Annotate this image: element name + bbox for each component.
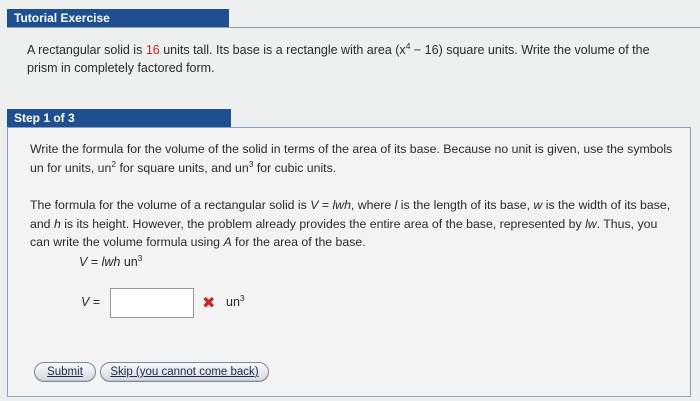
expl-t2: , where (350, 198, 395, 212)
problem-text-2: units tall. Its base is a rectangle with… (159, 43, 396, 57)
area-close: − 16) (410, 43, 443, 57)
step-explanation: The formula for the volume of a rectangu… (30, 196, 675, 252)
answer-input[interactable] (110, 288, 194, 318)
answer-row: V = ✖ un3 (81, 288, 381, 318)
skip-button[interactable]: Skip (you cannot come back) (100, 362, 269, 382)
problem-text-1: A rectangular solid is (27, 43, 146, 57)
header-divider (7, 27, 700, 28)
expl-lw: lw (585, 216, 597, 231)
step-instructions: Write the formula for the volume of the … (30, 140, 675, 177)
expl-h: h (53, 216, 61, 231)
submit-button[interactable]: Submit (34, 362, 96, 382)
answer-label-eq: = (89, 295, 101, 309)
expl-t7: for the area of the base. (231, 235, 366, 249)
problem-statement: A rectangular solid is 16 units tall. It… (27, 41, 677, 77)
expl-t3: is the length of its base, (397, 198, 534, 212)
answer-label: V = (81, 295, 100, 309)
tutorial-header: Tutorial Exercise (7, 9, 229, 27)
expl-w: w (533, 198, 543, 212)
formula-unit: un (120, 255, 138, 269)
instr-text-c: for cubic units. (253, 160, 337, 175)
answer-unit-text: un (226, 295, 240, 309)
expl-lwh: lwh (332, 198, 351, 212)
volume-formula: V = lwh un3 (79, 253, 143, 269)
area-expression: (x4 − 16) (395, 42, 443, 57)
problem-height-value: 16 (145, 43, 160, 57)
expl-a: A (223, 235, 232, 249)
formula-unit-exp: 3 (137, 253, 143, 263)
expl-eq: = (318, 198, 333, 212)
answer-unit: un3 (226, 293, 245, 309)
instr-text-b: for square units, and un (116, 160, 249, 175)
expl-t1: The formula for the volume of a rectangu… (30, 198, 311, 212)
step-header: Step 1 of 3 (7, 109, 231, 127)
formula-eq: = (87, 255, 102, 269)
formula-lwh: lwh (101, 255, 121, 269)
tutorial-page: Tutorial Exercise A rectangular solid is… (0, 0, 700, 401)
expl-t5: is its height. However, the problem alre… (60, 216, 586, 231)
incorrect-x-icon: ✖ (202, 295, 216, 312)
area-open: (x (395, 43, 406, 57)
step-panel: Write the formula for the volume of the … (7, 127, 691, 397)
answer-unit-exp: 3 (239, 293, 245, 303)
